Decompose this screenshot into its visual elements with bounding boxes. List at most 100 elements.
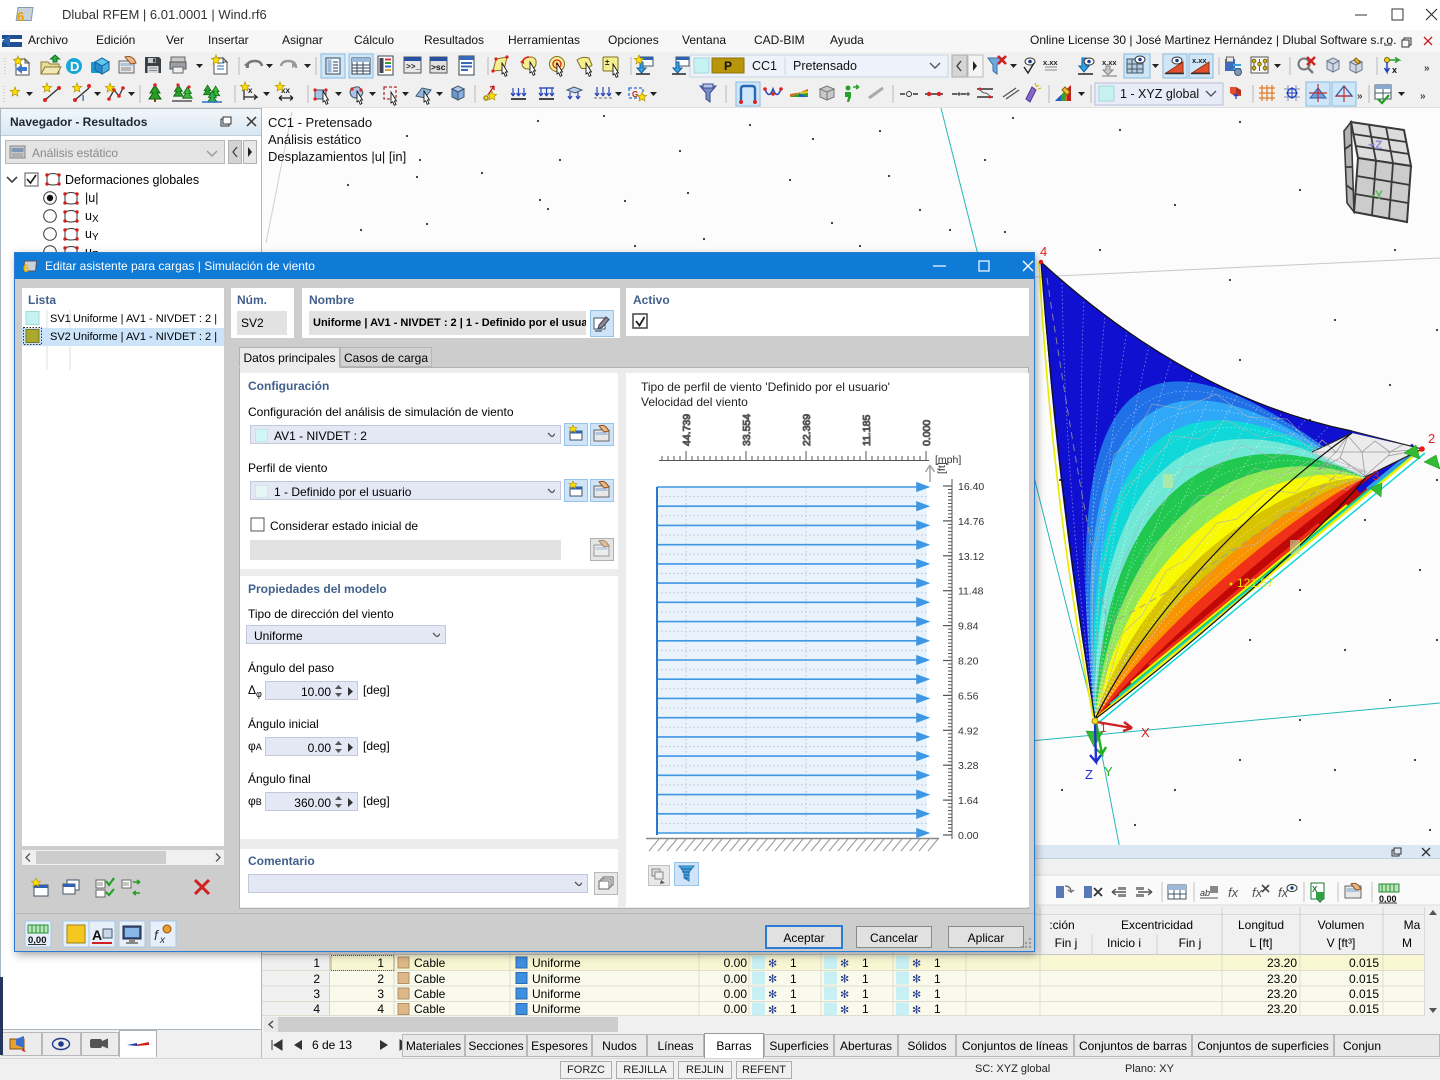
- svg-text:+Z: +Z: [1368, 138, 1382, 152]
- svg-text:1: 1: [313, 956, 320, 970]
- svg-text:Y: Y: [1104, 764, 1113, 779]
- svg-text:SV2: SV2: [50, 331, 71, 343]
- svg-text:3: 3: [313, 987, 320, 1001]
- svg-text:Desplazamientos |u| [in]: Desplazamientos |u| [in]: [268, 149, 406, 164]
- svg-text:3: 3: [377, 987, 384, 1001]
- svg-text:>sc: >sc: [431, 62, 446, 72]
- svg-text:16.40: 16.40: [958, 481, 984, 493]
- svg-text:1: 1: [790, 987, 797, 1001]
- svg-text:fx: fx: [1252, 885, 1263, 900]
- svg-text:X: X: [92, 214, 99, 225]
- svg-text:1: 1: [790, 972, 797, 986]
- svg-text:Volumen: Volumen: [1318, 918, 1365, 932]
- svg-text:1: 1: [934, 972, 941, 986]
- svg-text:6: 6: [17, 9, 24, 24]
- svg-text:0.015: 0.015: [1349, 1002, 1379, 1016]
- svg-text:✻: ✻: [912, 1005, 921, 1017]
- svg-text:u: u: [85, 209, 92, 223]
- svg-text:1: 1: [1100, 721, 1107, 735]
- svg-text:22.369: 22.369: [801, 414, 813, 446]
- svg-text:11.185: 11.185: [861, 415, 873, 446]
- svg-text:✻: ✻: [840, 958, 849, 970]
- svg-text:x: x: [159, 935, 166, 946]
- svg-text:1: 1: [934, 1002, 941, 1016]
- svg-text:44.739: 44.739: [681, 414, 693, 446]
- svg-text:14.76: 14.76: [958, 516, 984, 528]
- svg-text:✻: ✻: [768, 1005, 777, 1017]
- svg-text:Ma: Ma: [1404, 918, 1421, 932]
- svg-text:1 - XYZ global: 1 - XYZ global: [1120, 87, 1199, 101]
- svg-text:1.64: 1.64: [958, 795, 979, 807]
- svg-text::ción: :ción: [1049, 918, 1074, 932]
- svg-text:G: G: [632, 90, 638, 99]
- svg-text:✻: ✻: [912, 974, 921, 986]
- svg-text:>>_: >>_: [406, 63, 421, 72]
- svg-text:Uniforme: Uniforme: [532, 956, 581, 970]
- svg-text:✻: ✻: [912, 958, 921, 970]
- svg-text:9.84: 9.84: [958, 621, 979, 633]
- svg-text:1: 1: [862, 972, 869, 986]
- svg-text:1: 1: [934, 956, 941, 970]
- svg-text:|u|: |u|: [85, 191, 98, 205]
- svg-text:X: X: [1141, 725, 1150, 740]
- svg-text:Cable: Cable: [414, 987, 446, 1001]
- svg-text:Uniforme: Uniforme: [532, 972, 581, 986]
- svg-text:x.xx: x.xx: [1043, 58, 1058, 67]
- svg-text:4: 4: [313, 1002, 320, 1016]
- svg-text:ab: ab: [1200, 888, 1210, 898]
- svg-text:1: 1: [790, 1002, 797, 1016]
- svg-text:1: 1: [377, 956, 384, 970]
- svg-text:23.20: 23.20: [1267, 1002, 1297, 1016]
- svg-text:0.00: 0.00: [724, 956, 748, 970]
- svg-text:Y: Y: [92, 232, 99, 243]
- svg-text:u: u: [85, 227, 92, 241]
- svg-text:1: 1: [790, 956, 797, 970]
- svg-text:M: M: [1402, 936, 1412, 950]
- svg-text:13.12: 13.12: [958, 551, 984, 563]
- svg-text:✻: ✻: [840, 989, 849, 1001]
- svg-text:0.015: 0.015: [1349, 987, 1379, 1001]
- svg-text:Fin j: Fin j: [1179, 936, 1202, 950]
- svg-text:✻: ✻: [840, 1005, 849, 1017]
- svg-text:Fin j: Fin j: [1055, 936, 1078, 950]
- svg-text:x: x: [248, 86, 253, 95]
- svg-text:2: 2: [1428, 431, 1435, 446]
- svg-text:D: D: [70, 59, 79, 74]
- svg-text:0.00: 0.00: [724, 987, 748, 1001]
- svg-text:»: »: [1424, 63, 1430, 74]
- svg-text:0.00: 0.00: [724, 1002, 748, 1016]
- svg-text:-Y: -Y: [1371, 188, 1383, 202]
- svg-text:6.56: 6.56: [958, 690, 979, 702]
- svg-text:3.28: 3.28: [958, 760, 979, 772]
- svg-text:4.92: 4.92: [958, 725, 979, 737]
- svg-text:3: 3: [1372, 468, 1379, 483]
- svg-text:23.20: 23.20: [1267, 987, 1297, 1001]
- svg-text:33.554: 33.554: [741, 414, 753, 446]
- svg-text:✻: ✻: [840, 974, 849, 986]
- svg-text:6: 6: [23, 263, 29, 275]
- svg-text:11.48: 11.48: [958, 586, 984, 598]
- svg-text:I: I: [82, 94, 84, 103]
- svg-text:✻: ✻: [768, 974, 777, 986]
- svg-text:Deformaciones globales: Deformaciones globales: [65, 173, 199, 187]
- svg-text:Cable: Cable: [414, 1002, 446, 1016]
- svg-text:Tipo de perfil de viento 'Defi: Tipo de perfil de viento 'Definido por e…: [641, 380, 890, 394]
- svg-text:Excentricidad: Excentricidad: [1121, 918, 1193, 932]
- svg-text:1: 1: [862, 956, 869, 970]
- svg-text:0.015: 0.015: [1349, 972, 1379, 986]
- svg-text:»: »: [1420, 91, 1426, 102]
- svg-text:✻: ✻: [768, 958, 777, 970]
- svg-text:V [ft³]: V [ft³]: [1327, 936, 1356, 950]
- svg-text:2: 2: [313, 972, 320, 986]
- svg-text:0.00: 0.00: [958, 830, 979, 842]
- svg-text:Cable: Cable: [414, 972, 446, 986]
- svg-text:fx: fx: [1228, 885, 1239, 900]
- svg-text:0.00: 0.00: [724, 972, 748, 986]
- svg-text:Longitud: Longitud: [1238, 918, 1284, 932]
- svg-text:Cable: Cable: [414, 956, 446, 970]
- svg-text:SV1: SV1: [50, 313, 71, 325]
- svg-text:x: x: [1392, 65, 1397, 75]
- svg-text:Uniforme: Uniforme: [532, 1002, 581, 1016]
- svg-text:±: ±: [605, 58, 610, 67]
- svg-text:Uniforme | AV1 - NIVDET : 2 |: Uniforme | AV1 - NIVDET : 2 |: [73, 331, 217, 343]
